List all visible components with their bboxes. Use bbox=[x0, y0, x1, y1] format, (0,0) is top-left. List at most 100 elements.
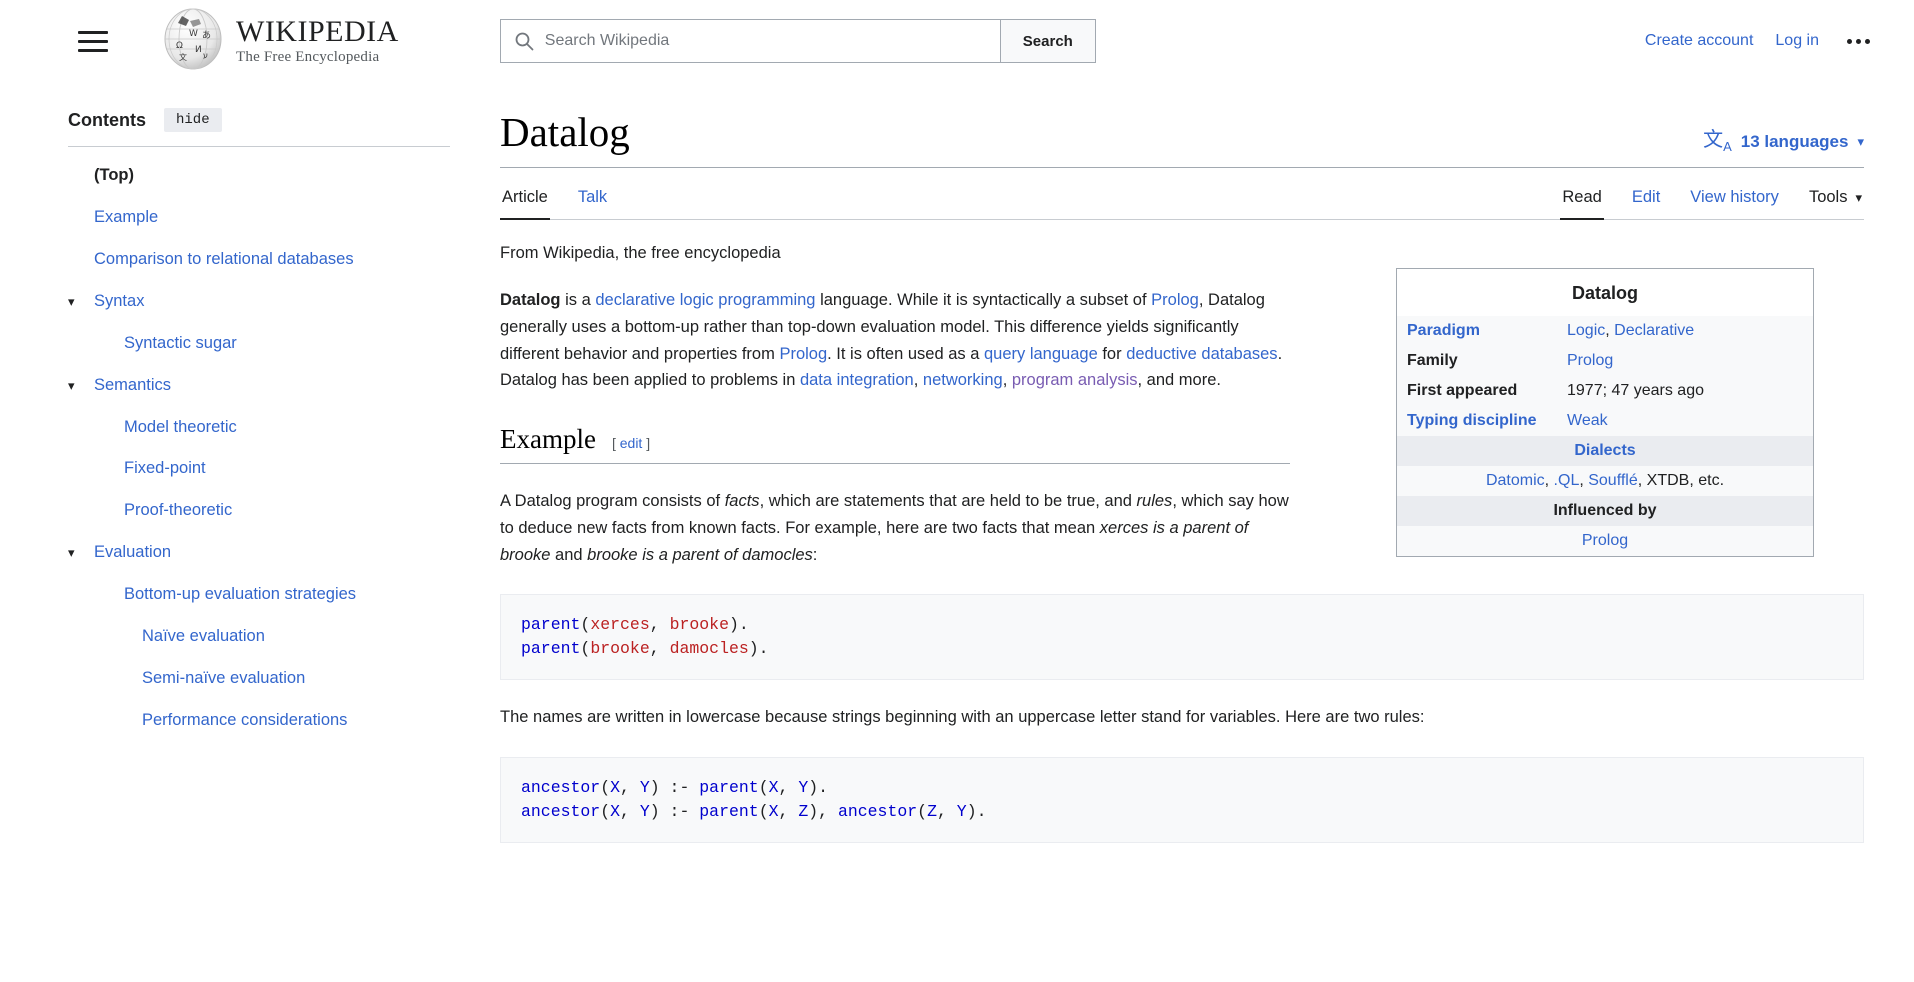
infobox-label: First appeared bbox=[1407, 382, 1518, 400]
code-fn: parent bbox=[699, 777, 759, 797]
toc-item-label[interactable]: (Top) bbox=[94, 164, 134, 188]
link-prolog-2[interactable]: Prolog bbox=[779, 345, 827, 363]
infobox-value-row: Datomic, .QL, Soufflé, XTDB, etc. bbox=[1397, 466, 1813, 496]
infobox-row: Family Prolog bbox=[1397, 346, 1813, 376]
link-declarative-logic-programming[interactable]: declarative logic programming bbox=[595, 291, 815, 309]
toc-item-label[interactable]: Comparison to relational databases bbox=[94, 248, 354, 272]
search-input[interactable] bbox=[542, 31, 1000, 51]
toc-item[interactable]: ▾Comparison to relational databases bbox=[68, 239, 450, 281]
article-body: Datalog Paradigm Logic, Declarative Family… bbox=[500, 220, 1864, 843]
infobox-value-link[interactable]: Prolog bbox=[1567, 352, 1613, 369]
ellipsis-icon[interactable] bbox=[1841, 31, 1876, 52]
infobox-value-link[interactable]: Weak bbox=[1567, 412, 1608, 429]
ellipsis-dot bbox=[1847, 38, 1852, 44]
language-icon: 文A bbox=[1703, 129, 1732, 155]
infobox-dialects-values: Datomic, .QL, Soufflé, XTDB, etc. bbox=[1485, 472, 1725, 490]
toc-item-label[interactable]: Example bbox=[94, 206, 158, 230]
toc-item-label[interactable]: Performance considerations bbox=[142, 709, 347, 733]
chevron-down-icon[interactable]: ▾ bbox=[68, 290, 94, 312]
link-query-language[interactable]: query language bbox=[984, 345, 1098, 363]
infobox: Datalog Paradigm Logic, Declarative Family… bbox=[1396, 268, 1814, 558]
infobox-value-link[interactable]: Logic bbox=[1567, 322, 1605, 339]
tab-edit[interactable]: Edit bbox=[1630, 182, 1662, 220]
toc-item[interactable]: ▾ Syntax bbox=[68, 281, 450, 323]
code-fn: parent bbox=[699, 801, 759, 821]
toc-item[interactable]: ▾Model theoretic bbox=[68, 407, 450, 449]
lead-text: . It is often used as a bbox=[827, 344, 984, 363]
chevron-down-icon[interactable]: ▾ bbox=[68, 541, 94, 563]
infobox-row: Typing discipline Weak bbox=[1397, 406, 1813, 436]
toc-item[interactable]: ▾Fixed-point bbox=[68, 448, 450, 490]
example-text: , which are statements that are held to … bbox=[759, 492, 1137, 511]
rules-paragraph: The names are written in lowercase becau… bbox=[500, 708, 1425, 727]
infobox-value: Weak bbox=[1557, 406, 1813, 436]
dialect-link-ql[interactable]: .QL bbox=[1554, 472, 1580, 489]
log-in-link[interactable]: Log in bbox=[1775, 32, 1819, 50]
link-data-integration[interactable]: data integration bbox=[800, 371, 914, 389]
influenced-link-prolog[interactable]: Prolog bbox=[1582, 532, 1628, 549]
wikipedia-wordmark: WIKIPEDIA The Free Encyclopedia bbox=[236, 17, 399, 65]
toc-item-label[interactable]: Semantics bbox=[94, 374, 171, 398]
wikipedia-globe-icon: Ω W あ И 文 ע bbox=[162, 8, 224, 74]
toc-item[interactable]: ▾Bottom-up evaluation strategies bbox=[68, 574, 450, 616]
tab-read[interactable]: Read bbox=[1560, 182, 1604, 221]
infobox-label[interactable]: Typing discipline bbox=[1397, 406, 1557, 436]
link-deductive-databases[interactable]: deductive databases bbox=[1126, 345, 1277, 363]
toc-item-label[interactable]: Model theoretic bbox=[124, 416, 237, 440]
toc-item[interactable]: ▾ Evaluation bbox=[68, 532, 450, 574]
search-button[interactable]: Search bbox=[999, 19, 1096, 63]
svg-text:ע: ע bbox=[203, 51, 208, 60]
infobox-influenced-heading: Influenced by bbox=[1397, 496, 1813, 527]
toc-item[interactable]: ▾Example bbox=[68, 197, 450, 239]
lead-text: , bbox=[913, 371, 923, 390]
toc-item-label[interactable]: Syntactic sugar bbox=[124, 332, 237, 356]
infobox-row: Paradigm Logic, Declarative bbox=[1397, 316, 1813, 346]
toc-item-label[interactable]: Naïve evaluation bbox=[142, 625, 265, 649]
dialect-link-datomic[interactable]: Datomic bbox=[1486, 472, 1545, 489]
toc-item[interactable]: ▾Syntactic sugar bbox=[68, 323, 450, 365]
toc-item[interactable]: ▾Performance considerations bbox=[68, 700, 450, 742]
link-prolog-1[interactable]: Prolog bbox=[1151, 291, 1199, 309]
tab-article[interactable]: Article bbox=[500, 182, 550, 221]
section-heading-text: Example bbox=[500, 424, 596, 455]
toc-item[interactable]: ▾Naïve evaluation bbox=[68, 616, 450, 658]
toc-item-label[interactable]: Evaluation bbox=[94, 541, 171, 565]
toc-item[interactable]: ▾Semi-naïve evaluation bbox=[68, 658, 450, 700]
toc-item[interactable]: ▾(Top) bbox=[68, 155, 450, 197]
wikipedia-logo-link[interactable]: Ω W あ И 文 ע WIKIPEDIA The Free Encyclope… bbox=[162, 8, 399, 74]
create-account-link[interactable]: Create account bbox=[1645, 32, 1754, 50]
toc-item-label[interactable]: Bottom-up evaluation strategies bbox=[124, 583, 356, 607]
toc-item[interactable]: ▾Proof-theoretic bbox=[68, 490, 450, 532]
chevron-down-icon[interactable]: ▾ bbox=[68, 374, 94, 396]
site-header: Ω W あ И 文 ע WIKIPEDIA The Free Encyclope… bbox=[0, 0, 1914, 82]
header-user-links: Create account Log in bbox=[1645, 31, 1884, 52]
toc-item-label[interactable]: Fixed-point bbox=[124, 457, 206, 481]
toc-item-label[interactable]: Proof-theoretic bbox=[124, 499, 232, 523]
hamburger-icon[interactable] bbox=[72, 20, 114, 62]
toc-item-label[interactable]: Syntax bbox=[94, 290, 144, 314]
search-input-wrapper[interactable] bbox=[499, 19, 1000, 63]
dialect-link-souffle[interactable]: Soufflé bbox=[1588, 472, 1638, 489]
toc-title: Contents bbox=[68, 109, 146, 130]
infobox-value-row: Prolog bbox=[1397, 526, 1813, 556]
chevron-down-icon: ▾ bbox=[1857, 133, 1864, 149]
code-block-facts: parent(xerces, brooke). parent(brooke, d… bbox=[500, 594, 1864, 681]
infobox-dialects-heading[interactable]: Dialects bbox=[1397, 436, 1813, 467]
wordmark-tagline: The Free Encyclopedia bbox=[236, 49, 380, 65]
language-selector-button[interactable]: 文A 13 languages ▾ bbox=[1703, 130, 1864, 157]
link-networking[interactable]: networking bbox=[923, 371, 1003, 389]
edit-link[interactable]: edit bbox=[620, 435, 643, 451]
tools-menu-button[interactable]: Tools ▾ bbox=[1807, 182, 1864, 220]
example-italic-facts: facts bbox=[724, 492, 760, 511]
code-atom: damocles bbox=[669, 639, 749, 659]
toc-item[interactable]: ▾ Semantics bbox=[68, 365, 450, 407]
tab-talk[interactable]: Talk bbox=[576, 182, 609, 220]
article-title-row: Datalog 文A 13 languages ▾ bbox=[500, 108, 1864, 169]
infobox-value-link[interactable]: Declarative bbox=[1614, 322, 1694, 339]
infobox-label[interactable]: Paradigm bbox=[1397, 316, 1557, 346]
tab-view-history[interactable]: View history bbox=[1688, 182, 1781, 220]
toc-header: Contents hide bbox=[68, 108, 450, 147]
toc-hide-button[interactable]: hide bbox=[164, 108, 222, 132]
link-program-analysis[interactable]: program analysis bbox=[1012, 371, 1138, 389]
toc-item-label[interactable]: Semi-naïve evaluation bbox=[142, 667, 305, 691]
